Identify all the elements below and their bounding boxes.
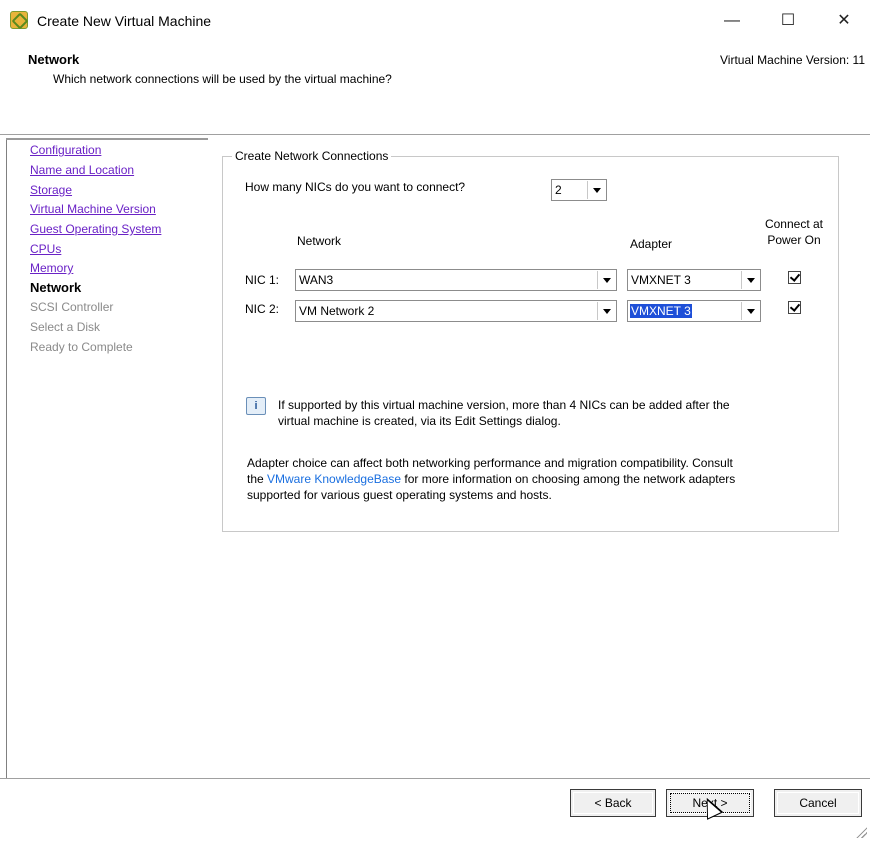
footer-divider <box>0 778 870 779</box>
nic1-adapter-select[interactable]: VMXNET 3 <box>627 269 761 291</box>
adapter-note-suffix: for more information on choosing among t… <box>401 472 736 486</box>
minimize-button[interactable]: — <box>712 6 752 36</box>
back-button[interactable]: < Back <box>570 789 656 817</box>
nav-step-name-and-location[interactable]: Name and Location <box>30 163 134 177</box>
nic-count-label: How many NICs do you want to connect? <box>245 180 466 194</box>
nav-step-network-current: Network <box>30 280 82 295</box>
adapter-column-header: Adapter <box>630 237 673 251</box>
nic2-label: NIC 2: <box>245 302 280 316</box>
nic1-network-select[interactable]: WAN3 <box>295 269 617 291</box>
connect-column-header-line1: Connect at <box>764 217 824 231</box>
nic-count-select[interactable]: 2 <box>551 179 607 201</box>
dropdown-arrow-icon <box>597 302 615 320</box>
back-button-label: < Back <box>594 796 632 810</box>
nic2-adapter-value: VMXNET 3 <box>630 304 692 318</box>
nav-step-ready-to-complete: Ready to Complete <box>30 340 133 354</box>
page-title: Network <box>28 52 80 67</box>
nic2-network-value: VM Network 2 <box>299 304 375 318</box>
resize-grip-icon[interactable] <box>855 826 867 838</box>
dropdown-arrow-icon <box>597 271 615 289</box>
nav-step-storage[interactable]: Storage <box>30 183 72 197</box>
nic2-connect-checkbox[interactable] <box>788 301 801 314</box>
nav-step-scsi-controller: SCSI Controller <box>30 300 114 314</box>
window-title: Create New Virtual Machine <box>37 13 212 29</box>
dropdown-arrow-icon <box>587 181 605 199</box>
close-button[interactable]: ✕ <box>824 6 864 36</box>
nav-step-select-disk: Select a Disk <box>30 320 101 334</box>
nic1-adapter-value: VMXNET 3 <box>631 273 691 287</box>
vsphere-app-icon <box>10 11 28 29</box>
adapter-note-line3: supported for various guest operating sy… <box>247 488 552 502</box>
group-legend: Create Network Connections <box>232 149 392 163</box>
nav-step-cpus[interactable]: CPUs <box>30 242 61 256</box>
nic2-adapter-select[interactable]: VMXNET 3 <box>627 300 761 322</box>
cancel-button[interactable]: Cancel <box>774 789 862 817</box>
adapter-note-prefix: the <box>247 472 268 486</box>
adapter-note-line1: Adapter choice can affect both networkin… <box>247 456 733 470</box>
cancel-button-label: Cancel <box>799 796 837 810</box>
nav-step-vm-version[interactable]: Virtual Machine Version <box>30 202 156 216</box>
maximize-button[interactable]: ☐ <box>768 6 808 36</box>
vmware-knowledgebase-link[interactable]: VMware KnowledgeBase <box>267 472 401 486</box>
network-column-header: Network <box>297 234 342 248</box>
nav-step-memory[interactable]: Memory <box>30 261 73 275</box>
nav-step-configuration[interactable]: Configuration <box>30 143 101 157</box>
nav-step-guest-os[interactable]: Guest Operating System <box>30 222 161 236</box>
info-text-line1: If supported by this virtual machine ver… <box>278 398 730 412</box>
adapter-note-line2: the VMware KnowledgeBase for more inform… <box>247 471 735 488</box>
nic1-connect-checkbox[interactable] <box>788 271 801 284</box>
info-icon: i <box>246 397 266 415</box>
connect-column-header-line2: Power On <box>767 233 821 247</box>
nic-count-value: 2 <box>555 183 562 197</box>
dropdown-arrow-icon <box>741 302 759 320</box>
nic2-network-select[interactable]: VM Network 2 <box>295 300 617 322</box>
nav-divider <box>6 138 208 140</box>
page-subtitle: Which network connections will be used b… <box>53 72 392 86</box>
nic1-label: NIC 1: <box>245 273 280 287</box>
info-text-line2: virtual machine is created, via its Edit… <box>278 414 561 428</box>
dropdown-arrow-icon <box>741 271 759 289</box>
nic1-network-value: WAN3 <box>299 273 334 287</box>
vm-version-label: Virtual Machine Version: 11 <box>720 53 865 67</box>
